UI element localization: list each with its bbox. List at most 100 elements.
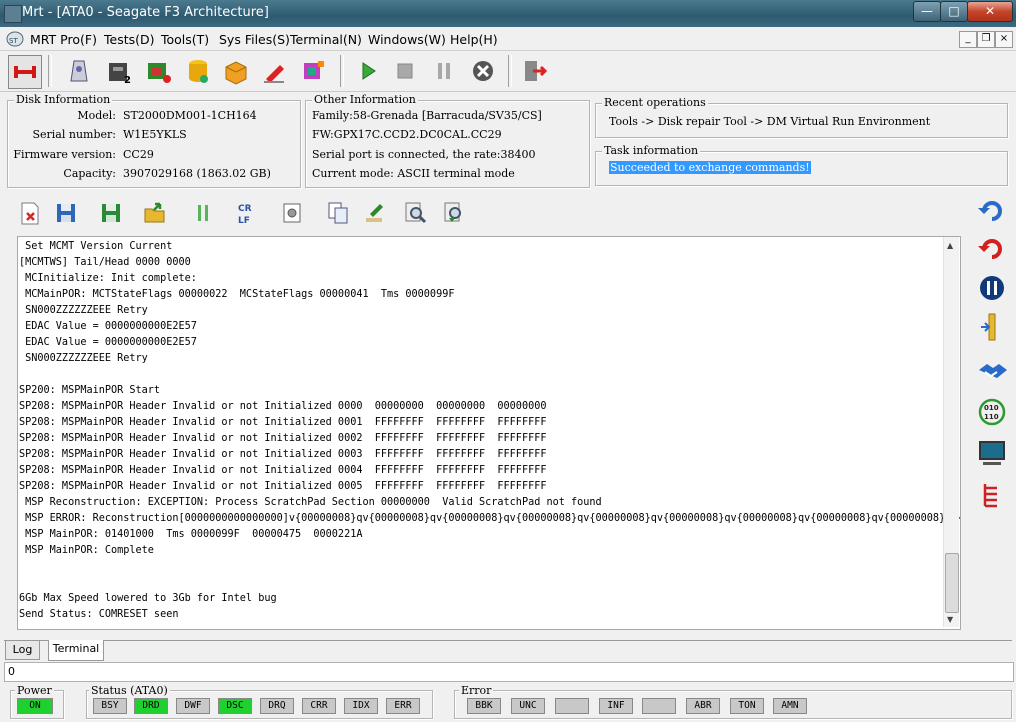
model-value: ST2000DM001-1CH164	[123, 109, 257, 122]
copy-icon[interactable]	[325, 200, 351, 226]
menu-tests[interactable]: Tests(D)	[104, 32, 155, 47]
tab-log[interactable]: Log	[5, 641, 40, 660]
serial-label: Serial number:	[32, 128, 116, 141]
menu-mrt-pro[interactable]: MRT Pro(F)	[30, 32, 97, 47]
terminal-scrollbar[interactable]: ▲ ▼	[943, 237, 959, 627]
task-information-text: Succeeded to exchange commands!	[609, 161, 811, 174]
write-icon[interactable]	[362, 200, 388, 226]
terminal-line: Set MCMT Version Current	[19, 241, 173, 252]
terminal-line: MSP ERROR: Reconstruction[00000000000000…	[19, 513, 961, 524]
serial-port-text: Serial port is connected, the rate:38400	[312, 148, 536, 161]
svg-text:010: 010	[984, 404, 999, 412]
status-indicator: DSC	[218, 698, 252, 714]
terminal-output[interactable]: Set MCMT Version Current [MCMTWS] Tail/He…	[17, 236, 961, 630]
error-indicator: TON	[730, 698, 764, 714]
chip-icon[interactable]	[142, 55, 174, 87]
terminal-line: EDAC Value = 0000000000E2E57	[19, 321, 197, 332]
crlf-icon[interactable]: CR LF	[234, 200, 260, 226]
status-indicator: DRD	[134, 698, 168, 714]
toolbar-separator	[340, 55, 344, 87]
family-text: Family:58-Grenada [Barracuda/SV35/CS]	[312, 109, 542, 122]
mdi-restore-button[interactable]: ❐	[977, 31, 995, 48]
terminal-line: MSP Reconstruction: EXCEPTION: Process S…	[19, 497, 602, 508]
save-as-icon[interactable]	[98, 200, 124, 226]
menu-tools[interactable]: Tools(T)	[161, 32, 209, 47]
cancel-icon[interactable]	[467, 55, 499, 87]
config-icon[interactable]	[279, 200, 305, 226]
save-icon[interactable]	[53, 200, 79, 226]
cube-icon[interactable]	[298, 55, 330, 87]
undo-blue-icon[interactable]	[975, 194, 1009, 228]
stop-icon[interactable]	[389, 55, 421, 87]
terminal-line: SP208: MSPMainPOR Header Invalid or not …	[19, 401, 547, 412]
terminal-line: MCMainPOR: MCTStateFlags 00000022 MCStat…	[19, 289, 455, 300]
terminal-line: SP208: MSPMainPOR Header Invalid or not …	[19, 481, 547, 492]
undo-red-icon[interactable]	[975, 232, 1009, 266]
model-label: Model:	[77, 109, 116, 122]
mdi-close-button[interactable]: ×	[995, 31, 1013, 48]
terminal-line: MSP MainPOR: 01401000 Tms 0000099F 00000…	[19, 529, 363, 540]
power-legend: Power	[15, 684, 54, 697]
package-icon[interactable]	[220, 55, 252, 87]
exit-icon[interactable]	[519, 55, 551, 87]
scroll-up-arrow-icon[interactable]: ▲	[947, 241, 953, 250]
title-bar: Mrt - [ATA0 - Seagate F3 Architecture] —…	[0, 0, 1016, 27]
pause-circle-icon[interactable]	[975, 271, 1009, 305]
capacity-label: Capacity:	[63, 167, 116, 180]
terminal-line: SN000ZZZZZZEEE Retry	[19, 305, 148, 316]
terminal-line: Send Status: COMRESET seen	[19, 609, 179, 620]
terminal-pause-icon[interactable]	[190, 200, 216, 226]
search-icon[interactable]	[402, 200, 428, 226]
menu-bar: ST MRT Pro(F) Tests(D) Tools(T) Sys File…	[0, 28, 1016, 50]
drive-id-icon[interactable]: 2	[104, 55, 136, 87]
terminal-line: MSP MainPOR: Complete	[19, 545, 154, 556]
disk-information-legend: Disk Information	[14, 93, 113, 106]
menu-sys-files[interactable]: Sys Files(S)	[219, 32, 290, 47]
status-indicator: DWF	[176, 698, 210, 714]
tree-icon[interactable]	[975, 478, 1009, 512]
tab-strip-line	[4, 640, 1012, 641]
menu-terminal[interactable]: Terminal(N)	[290, 32, 362, 47]
close-button[interactable]: ✕	[967, 1, 1013, 22]
search-next-icon[interactable]	[441, 200, 467, 226]
status-indicator: CRR	[302, 698, 336, 714]
terminal-line: SP200: MSPMainPOR Start	[19, 385, 161, 396]
binary-sync-icon[interactable]: 010 110	[975, 395, 1009, 429]
terminal-line: [MCMTWS] Tail/Head 0000 0000	[19, 257, 191, 268]
tab-terminal[interactable]: Terminal	[48, 640, 104, 661]
menu-help[interactable]: Help(H)	[450, 32, 498, 47]
error-legend: Error	[459, 684, 494, 697]
svg-text:ST: ST	[9, 37, 18, 45]
pause-icon[interactable]	[428, 55, 460, 87]
mdi-minimize-button[interactable]: _	[959, 31, 977, 48]
status-indicator: BSY	[93, 698, 127, 714]
current-mode-text: Current mode: ASCII terminal mode	[312, 167, 515, 180]
minimize-button[interactable]: —	[913, 1, 941, 22]
main-toolbar: 2	[0, 50, 1016, 92]
menu-windows[interactable]: Windows(W)	[368, 32, 446, 47]
scroll-down-arrow-icon[interactable]: ▼	[947, 615, 953, 624]
terminal-line: EDAC Value = 0000000000E2E57	[19, 337, 197, 348]
play-icon[interactable]	[352, 55, 384, 87]
open-folder-icon[interactable]	[142, 200, 168, 226]
mrt-logo-icon: ST	[6, 31, 24, 47]
status-ata0-legend: Status (ATA0)	[89, 684, 170, 697]
ruler-icon[interactable]	[975, 310, 1009, 344]
error-indicator: UNC	[511, 698, 545, 714]
handshake-icon[interactable]	[975, 352, 1009, 386]
error-indicator: INF	[599, 698, 633, 714]
error-indicator: ABR	[686, 698, 720, 714]
clear-icon[interactable]	[17, 200, 43, 226]
monitor-icon[interactable]	[975, 436, 1009, 470]
maximize-button[interactable]: □	[940, 1, 968, 22]
connect-icon[interactable]	[8, 55, 42, 89]
erase-icon[interactable]	[258, 55, 290, 87]
firmware-value: CC29	[123, 148, 154, 161]
drive-info-icon[interactable]	[64, 55, 96, 87]
scroll-thumb[interactable]	[945, 553, 959, 613]
svg-text:LF: LF	[238, 216, 250, 226]
database-icon[interactable]	[182, 55, 214, 87]
